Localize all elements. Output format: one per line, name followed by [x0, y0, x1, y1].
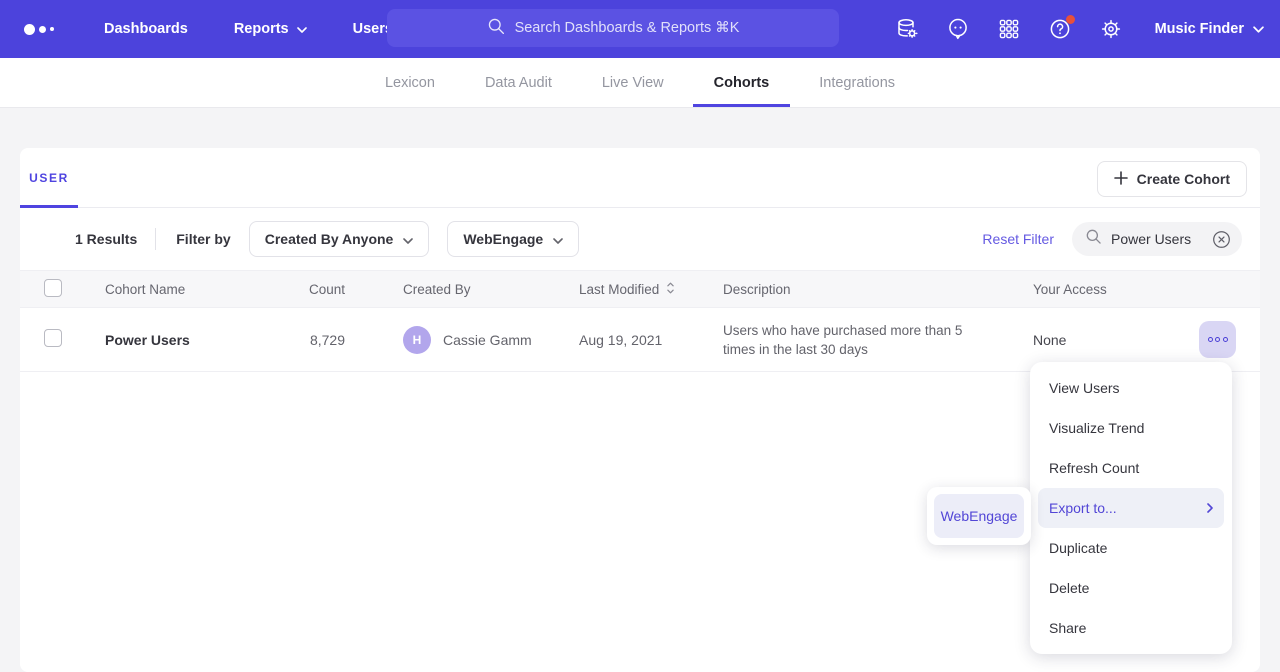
tab-label: Lexicon	[385, 75, 435, 91]
chevron-down-icon	[553, 231, 563, 247]
nav-dashboards-label: Dashboards	[104, 21, 188, 37]
column-header-last-modified[interactable]: Last Modified	[579, 281, 723, 298]
row-actions-menu: View Users Visualize Trend Refresh Count…	[1030, 362, 1232, 654]
data-management-icon[interactable]	[894, 16, 920, 42]
tab-cohorts[interactable]: Cohorts	[693, 58, 791, 107]
cohort-name[interactable]: Power Users	[105, 332, 287, 348]
search-icon	[1085, 228, 1102, 250]
column-header-your-access: Your Access	[1033, 282, 1172, 297]
tab-integrations[interactable]: Integrations	[798, 58, 916, 107]
cohort-description: Users who have purchased more than 5 tim…	[723, 321, 985, 359]
menu-item-visualize-trend[interactable]: Visualize Trend	[1038, 408, 1224, 448]
project-name: Music Finder	[1155, 21, 1244, 37]
nav-reports[interactable]: Reports	[234, 21, 307, 37]
menu-item-delete[interactable]: Delete	[1038, 568, 1224, 608]
chevron-down-icon	[1253, 21, 1264, 37]
menu-item-export-to[interactable]: Export to...	[1038, 488, 1224, 528]
cohort-type-tabs: USER Create Cohort	[20, 148, 1260, 208]
tab-live-view[interactable]: Live View	[581, 58, 685, 107]
create-cohort-label: Create Cohort	[1137, 171, 1230, 187]
search-icon	[487, 17, 505, 39]
tab-data-audit[interactable]: Data Audit	[464, 58, 573, 107]
global-search-input[interactable]: Search Dashboards & Reports ⌘K	[387, 9, 839, 47]
project-switcher[interactable]: Music Finder	[1155, 21, 1264, 37]
export-submenu: WebEngage	[927, 487, 1031, 545]
created-by-filter-value: Created By Anyone	[265, 231, 394, 247]
menu-item-label: Refresh Count	[1049, 460, 1139, 476]
select-all-checkbox[interactable]	[44, 279, 62, 297]
menu-item-duplicate[interactable]: Duplicate	[1038, 528, 1224, 568]
topbar-nav: Dashboards Reports Users	[104, 21, 393, 37]
sort-icon	[666, 281, 675, 298]
menu-item-refresh-count[interactable]: Refresh Count	[1038, 448, 1224, 488]
column-header-created-by: Created By	[365, 282, 579, 297]
last-modified-label: Last Modified	[579, 282, 659, 297]
row-more-actions-button[interactable]	[1199, 321, 1236, 358]
cohort-count: 8,729	[287, 332, 365, 348]
tab-label: Integrations	[819, 75, 895, 91]
menu-item-view-users[interactable]: View Users	[1038, 368, 1224, 408]
create-cohort-button[interactable]: Create Cohort	[1097, 161, 1247, 197]
tab-lexicon[interactable]: Lexicon	[364, 58, 456, 107]
row-checkbox[interactable]	[44, 329, 62, 347]
created-by-name: Cassie Gamm	[443, 332, 532, 348]
plus-icon	[1114, 171, 1128, 188]
menu-item-label: Export to...	[1049, 500, 1117, 516]
global-search-placeholder: Search Dashboards & Reports ⌘K	[515, 20, 740, 36]
table-header: Cohort Name Count Created By Last Modifi…	[20, 270, 1260, 308]
menu-item-label: View Users	[1049, 380, 1120, 396]
messages-icon[interactable]	[945, 16, 971, 42]
submenu-item-webengage[interactable]: WebEngage	[934, 494, 1024, 538]
cohort-search-input[interactable]	[1111, 231, 1203, 247]
created-by-filter-dropdown[interactable]: Created By Anyone	[249, 221, 430, 257]
filter-by-label: Filter by	[176, 231, 230, 247]
divider	[155, 228, 156, 250]
menu-item-label: Share	[1049, 620, 1086, 636]
help-icon[interactable]	[1047, 16, 1073, 42]
menu-item-label: Duplicate	[1049, 540, 1107, 556]
apps-grid-icon[interactable]	[996, 16, 1022, 42]
topbar: Dashboards Reports Users Search Dashboar…	[0, 0, 1280, 58]
created-by-cell: H Cassie Gamm	[365, 326, 579, 354]
your-access-value: None	[1033, 332, 1172, 348]
submenu-item-label: WebEngage	[941, 508, 1018, 524]
user-tab-label: USER	[29, 171, 69, 185]
results-count: 1 Results	[75, 231, 137, 247]
reset-filter-link[interactable]: Reset Filter	[982, 231, 1054, 247]
column-header-cohort-name: Cohort Name	[105, 282, 287, 297]
tab-user-cohorts[interactable]: USER	[20, 148, 78, 207]
section-tabbar: Lexicon Data Audit Live View Cohorts Int…	[0, 58, 1280, 108]
column-header-count: Count	[287, 282, 365, 297]
avatar: H	[403, 326, 431, 354]
settings-icon[interactable]	[1098, 16, 1124, 42]
notification-badge	[1066, 15, 1075, 24]
menu-item-share[interactable]: Share	[1038, 608, 1224, 648]
menu-item-label: Delete	[1049, 580, 1089, 596]
mixpanel-logo-icon[interactable]	[24, 24, 70, 35]
integration-filter-dropdown[interactable]: WebEngage	[447, 221, 579, 257]
chevron-right-icon	[1207, 500, 1213, 516]
nav-reports-label: Reports	[234, 21, 289, 37]
integration-filter-value: WebEngage	[463, 231, 543, 247]
nav-dashboards[interactable]: Dashboards	[104, 21, 188, 37]
menu-item-label: Visualize Trend	[1049, 420, 1144, 436]
column-header-description: Description	[723, 282, 1033, 297]
last-modified-value: Aug 19, 2021	[579, 332, 723, 348]
cohort-search-box	[1072, 222, 1242, 256]
chevron-down-icon	[297, 21, 307, 37]
clear-search-icon[interactable]	[1212, 230, 1231, 249]
chevron-down-icon	[403, 231, 413, 247]
tab-label: Cohorts	[714, 75, 770, 91]
tab-label: Live View	[602, 75, 664, 91]
tab-label: Data Audit	[485, 75, 552, 91]
topbar-actions: Music Finder	[894, 0, 1264, 58]
filter-bar: 1 Results Filter by Created By Anyone We…	[20, 208, 1260, 270]
